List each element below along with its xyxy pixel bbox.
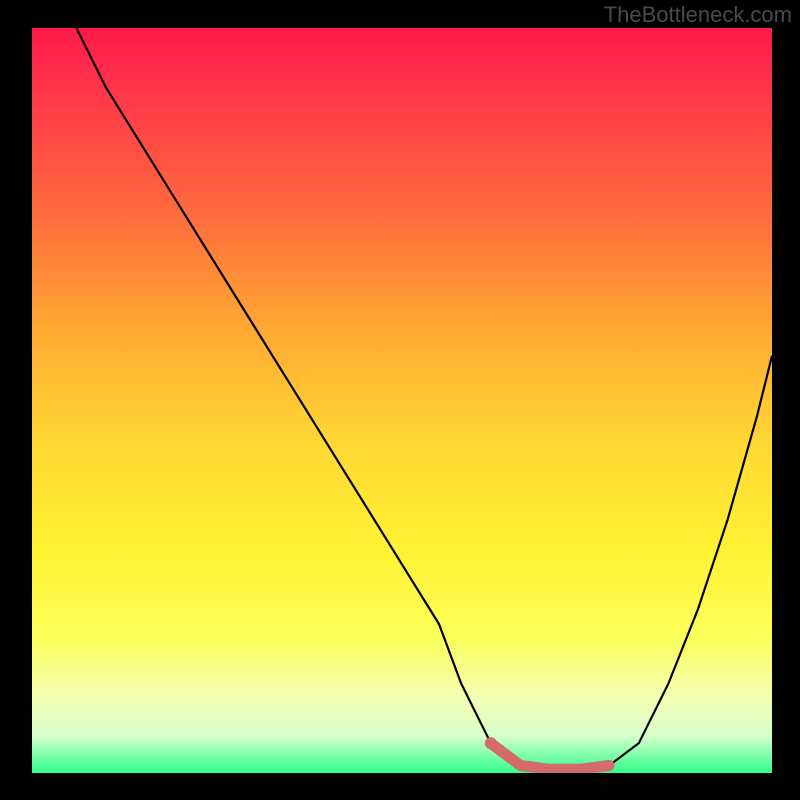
optimal-region-highlight [491,743,609,769]
optimal-region-start-dot [485,737,497,749]
chart-plot-area [32,28,772,773]
watermark-text: TheBottleneck.com [604,2,792,28]
chart-svg [32,28,772,773]
bottleneck-curve-line [76,28,772,769]
